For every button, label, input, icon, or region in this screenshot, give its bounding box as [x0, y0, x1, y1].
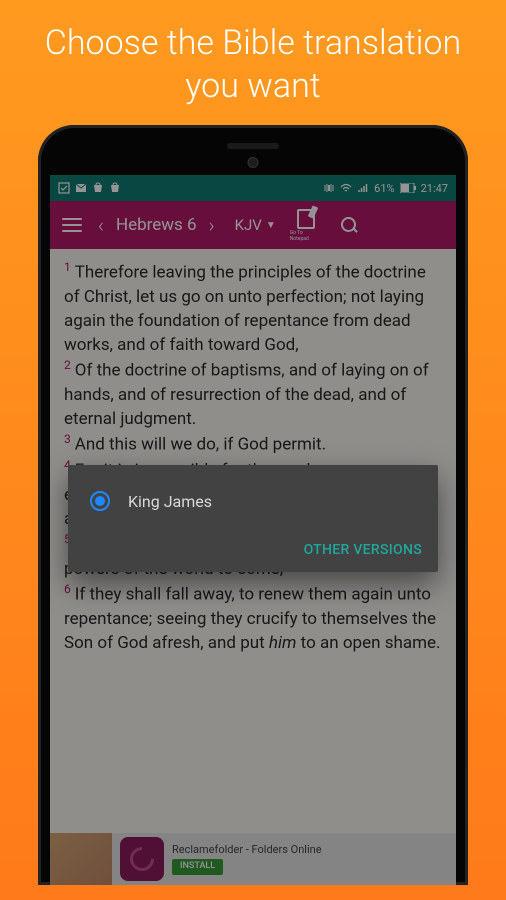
- version-option-label: King James: [128, 492, 212, 511]
- dialog-actions: OTHER VERSIONS: [68, 531, 438, 564]
- phone-frame: 61% 21:47 ‹ Hebrews 6 › KJV ▼ Go To Note…: [38, 125, 468, 885]
- phone-camera: [248, 157, 259, 168]
- version-dialog: King James OTHER VERSIONS: [68, 465, 438, 572]
- radio-selected-icon: [90, 491, 110, 511]
- phone-screen: 61% 21:47 ‹ Hebrews 6 › KJV ▼ Go To Note…: [50, 175, 456, 885]
- other-versions-button[interactable]: OTHER VERSIONS: [304, 542, 422, 558]
- phone-speaker: [227, 143, 279, 149]
- version-option[interactable]: King James: [68, 485, 438, 531]
- marketing-headline: Choose the Bible translation you want: [0, 0, 506, 125]
